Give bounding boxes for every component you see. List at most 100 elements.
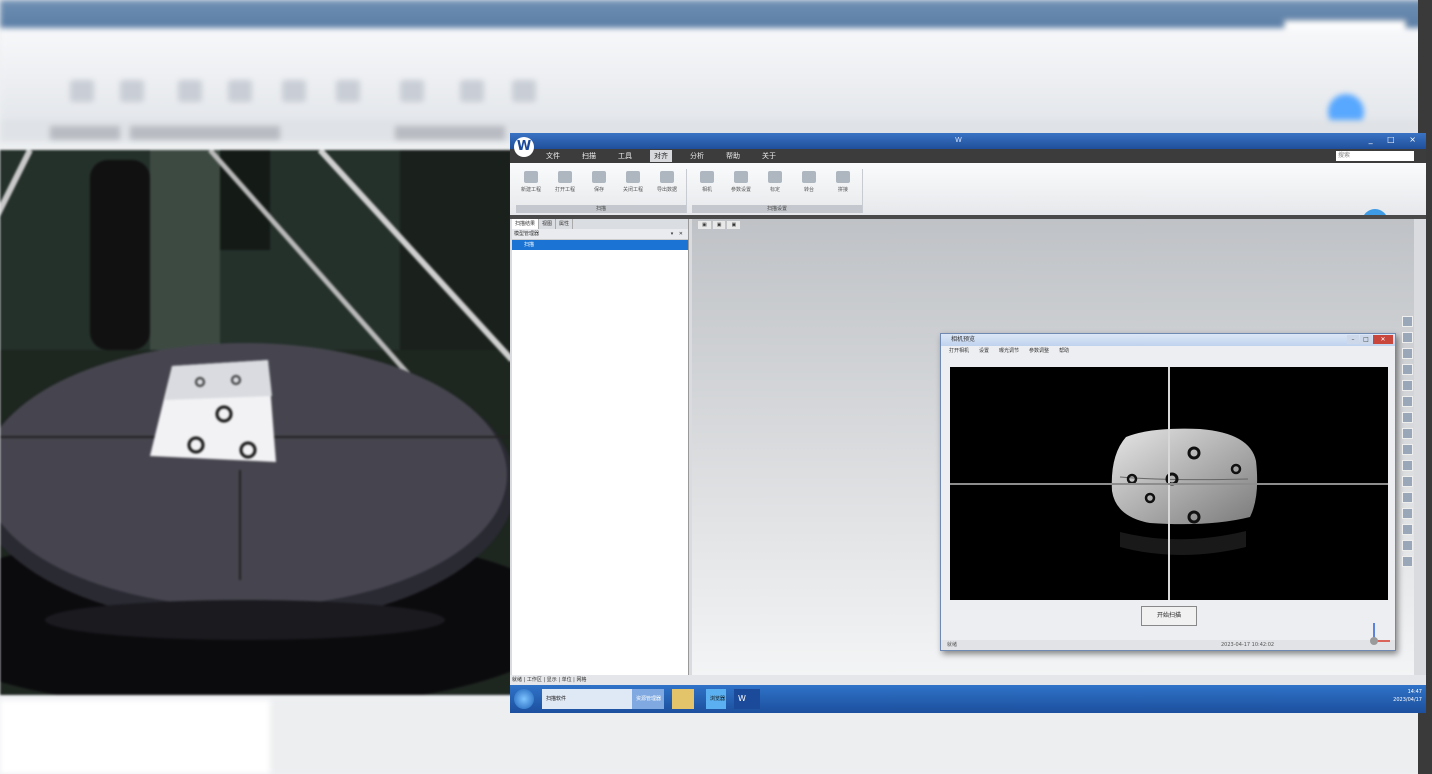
viewport-tabs: ▣ ▣ ▣: [698, 221, 741, 229]
ribbon-button-label: 关闭工程: [622, 187, 643, 193]
start-scan-button[interactable]: 开始扫描: [1141, 606, 1197, 626]
view-tool-icon[interactable]: [1402, 540, 1413, 551]
taskbar-item[interactable]: 资源管理器: [632, 689, 664, 709]
view-tool-icon[interactable]: [1402, 364, 1413, 375]
browser-icon[interactable]: 浏览器: [706, 689, 726, 709]
ribbon-button[interactable]: 标定: [760, 171, 790, 199]
search-input[interactable]: 搜索: [1336, 151, 1414, 161]
camera-preview-dialog: 相机预览 – □ ✕ 打开相机 设置 曝光调节 参数调整 帮助 开始扫描 就绪 …: [940, 333, 1396, 651]
view-tool-icon[interactable]: [1402, 476, 1413, 487]
view-tool-icon[interactable]: [1402, 380, 1413, 391]
view-tool-icon[interactable]: [1402, 444, 1413, 455]
tree-item-selected[interactable]: 扫描: [512, 240, 688, 250]
maximize-icon[interactable]: □: [1360, 335, 1372, 344]
ribbon-button[interactable]: 相机: [692, 171, 722, 199]
taskbar-item[interactable]: 扫描软件: [542, 689, 632, 709]
software-window-caption: W: [955, 136, 962, 144]
model-manager-panel: 扫描结果 视图 属性 模型管理器 ▾ ✕ 扫描: [512, 219, 689, 675]
background-tool-icon: [228, 80, 252, 102]
dialog-menu-item[interactable]: 参数调整: [1029, 346, 1049, 357]
ribbon-button[interactable]: 保存: [584, 171, 614, 199]
ribbon-button[interactable]: 拼接: [828, 171, 858, 199]
view-tool-icon[interactable]: [1402, 492, 1413, 503]
ribbon-button-label: 新建工程: [520, 187, 541, 193]
ribbon-button-label: 参数设置: [730, 187, 751, 193]
scanner-app-taskbar-icon[interactable]: W: [734, 689, 760, 709]
ribbon-tool-icon: [558, 171, 572, 183]
menu-item[interactable]: 扫描: [578, 150, 600, 162]
background-tool-icon: [120, 80, 144, 102]
view-tool-icon[interactable]: [1402, 556, 1413, 567]
viewport-tab[interactable]: ▣: [698, 221, 711, 229]
window-controls[interactable]: _ □ ×: [1369, 135, 1422, 144]
ribbon-button[interactable]: 新建工程: [516, 171, 546, 199]
ribbon-group: 新建工程 打开工程 保存 关闭工程 导出数据扫描: [516, 169, 687, 213]
menu-item[interactable]: 帮助: [722, 150, 744, 162]
view-tool-icon[interactable]: [1402, 332, 1413, 343]
3d-viewport[interactable]: ▣ ▣ ▣ 相机预览 – □ ✕ 打开相机 设置 曝光调节 参数调整 帮助 开始…: [692, 219, 1414, 675]
view-tool-icon[interactable]: [1402, 508, 1413, 519]
menu-item[interactable]: 关于: [758, 150, 780, 162]
ribbon-button[interactable]: 打开工程: [550, 171, 580, 199]
left-panel-tab[interactable]: 视图: [539, 219, 557, 229]
windows-taskbar: 扫描软件 资源管理器 浏览器 W 14:47 2023/04/17: [510, 685, 1426, 713]
software-statusbar: 就绪 | 工作区 | 显示 | 单位 | 网格: [510, 675, 1426, 685]
menu-items: 文件 扫描 工具 对齐 分析 帮助 关于: [542, 150, 780, 162]
ribbon-button[interactable]: 参数设置: [726, 171, 756, 199]
menu-item[interactable]: 对齐: [650, 150, 672, 162]
ribbon-button[interactable]: 关闭工程: [618, 171, 648, 199]
dialog-window-controls: – □ ✕: [1347, 335, 1393, 344]
dialog-menu-item[interactable]: 曝光调节: [999, 346, 1019, 357]
view-tool-icon[interactable]: [1402, 524, 1413, 535]
view-tool-icon[interactable]: [1402, 316, 1413, 327]
view-tool-icon[interactable]: [1402, 428, 1413, 439]
ribbon-tool-icon: [836, 171, 850, 183]
ribbon-button-label: 拼接: [837, 187, 848, 193]
crosshair-horizontal: [950, 483, 1388, 485]
panel-controls-icon[interactable]: ▾ ✕: [671, 229, 685, 239]
ribbon-tool-icon: [700, 171, 714, 183]
dialog-title: 相机预览: [951, 336, 976, 343]
ribbon-group-caption: 扫描: [516, 205, 686, 213]
view-tool-icon[interactable]: [1402, 460, 1413, 471]
viewport-tab[interactable]: ▣: [712, 221, 726, 229]
camera-image-view[interactable]: [950, 367, 1388, 600]
ribbon-button-label: 标定: [769, 187, 780, 193]
folder-icon[interactable]: [672, 689, 694, 709]
ribbon-tool-icon: [734, 171, 748, 183]
start-button[interactable]: [514, 689, 534, 709]
view-tool-icon[interactable]: [1402, 412, 1413, 423]
system-tray-clock[interactable]: 14:47 2023/04/17: [1393, 688, 1422, 704]
background-tab: [395, 126, 505, 140]
app-logo-icon[interactable]: W: [514, 137, 534, 157]
menu-item[interactable]: 分析: [686, 150, 708, 162]
background-tab: [50, 126, 120, 140]
left-panel-tab[interactable]: 扫描结果: [512, 219, 540, 229]
view-tool-icon[interactable]: [1402, 396, 1413, 407]
dialog-titlebar: 相机预览 – □ ✕: [941, 334, 1395, 346]
dialog-menu-item[interactable]: 打开相机: [949, 346, 969, 357]
background-tool-icon: [512, 80, 536, 102]
ribbon-button-label: 导出数据: [656, 187, 677, 193]
background-tool-icon: [400, 80, 424, 102]
menu-item[interactable]: 文件: [542, 150, 564, 162]
dialog-menu-item[interactable]: 帮助: [1059, 346, 1069, 357]
background-tool-icon: [336, 80, 360, 102]
close-icon[interactable]: ✕: [1373, 335, 1393, 344]
ribbon-tool-icon: [626, 171, 640, 183]
viewport-tab[interactable]: ▣: [727, 221, 741, 229]
ribbon-tool-icon: [592, 171, 606, 183]
ribbon-button[interactable]: 转台: [794, 171, 824, 199]
left-panel-tab[interactable]: 属性: [556, 219, 574, 229]
software-ribbon: EXIT 新建工程打开工程保存关闭工程导出数据扫描相机参数设置标定转台拼接扫描设…: [510, 163, 1426, 235]
background-tab: [130, 126, 280, 140]
ribbon-group-caption: 扫描设置: [692, 205, 862, 213]
menu-item[interactable]: 工具: [614, 150, 636, 162]
ribbon-button[interactable]: 导出数据: [652, 171, 682, 199]
minimize-icon[interactable]: –: [1347, 335, 1359, 344]
dialog-statusbar: 就绪 2023-04-17 10:42:02: [941, 640, 1395, 650]
ribbon-button-label: 相机: [701, 187, 712, 193]
dialog-menu-item[interactable]: 设置: [979, 346, 989, 357]
left-panel-tabs: 扫描结果 视图 属性: [512, 219, 688, 229]
view-tool-icon[interactable]: [1402, 348, 1413, 359]
